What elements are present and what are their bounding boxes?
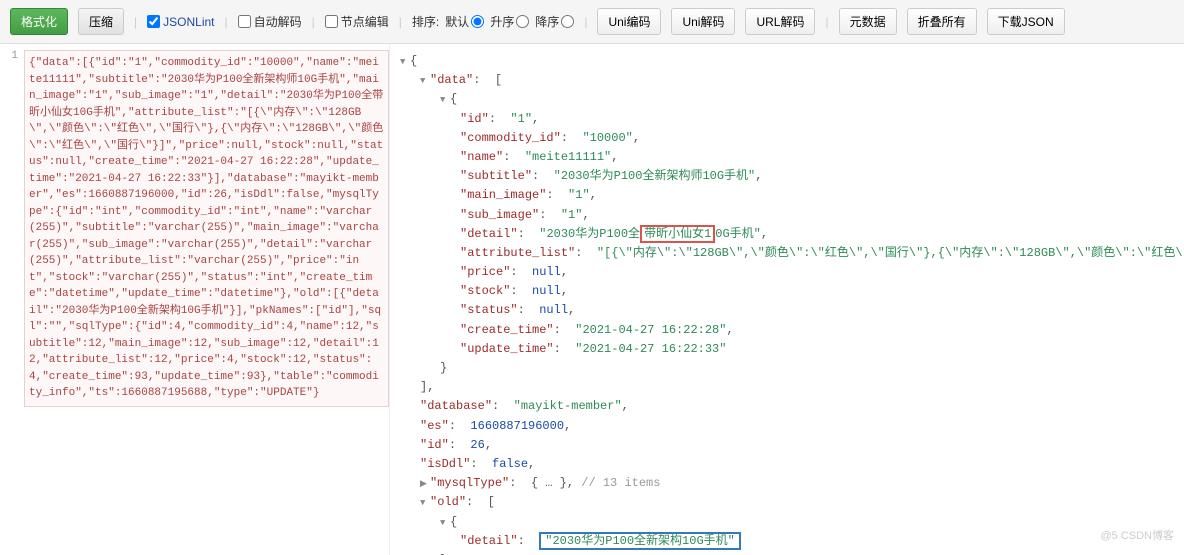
collapse-all-button[interactable]: 折叠所有 [907, 8, 977, 35]
json-value: null [532, 284, 561, 298]
json-key: main_image [460, 188, 546, 202]
json-key: data [430, 73, 473, 87]
json-value: 2030华为P100全新架构师10G手机 [554, 169, 756, 183]
separator: | [134, 15, 137, 29]
autodecode-label: 自动解码 [254, 13, 302, 30]
autodecode-checkbox[interactable] [238, 15, 251, 28]
json-value: 2021-04-27 16:22:33 [575, 342, 726, 356]
highlight-red: 带昕小仙女1 [640, 225, 715, 243]
json-key: status [460, 303, 518, 317]
json-key: price [460, 265, 510, 279]
separator: | [825, 15, 828, 29]
separator: | [399, 15, 402, 29]
json-value: null [532, 265, 561, 279]
json-key: id [460, 112, 489, 126]
json-key: commodity_id [460, 131, 561, 145]
json-value: meite11111 [525, 150, 611, 164]
json-key: subtitle [460, 169, 532, 183]
json-key: mysqlType [430, 476, 509, 490]
caret-icon[interactable] [400, 52, 410, 71]
json-value: [{\"内存\":\"128GB\",\"颜色\":\"红色\",\"国行\"}… [597, 246, 1184, 260]
json-value: 2030华为P100全新架构10G手机 [545, 534, 735, 548]
sort-desc-wrap[interactable]: 降序 [535, 13, 574, 30]
tree-panel: { data: [ { id: 1, commodity_id: 10000, … [390, 44, 1184, 555]
separator: | [225, 15, 228, 29]
caret-icon[interactable] [440, 90, 450, 109]
sort-desc-radio[interactable] [561, 15, 574, 28]
json-value: 26 [470, 438, 484, 452]
uni-decode-button[interactable]: Uni解码 [671, 8, 735, 35]
highlight-blue: 2030华为P100全新架构10G手机 [539, 532, 741, 550]
json-key: es [420, 419, 449, 433]
json-key: stock [460, 284, 510, 298]
json-value: false [492, 457, 528, 471]
json-value: 2030华为P100全带昕小仙女10G手机 [539, 225, 761, 243]
jsonlint-checkbox[interactable] [147, 15, 160, 28]
json-key: attribute_list [460, 246, 575, 260]
caret-icon[interactable] [440, 513, 450, 532]
sort-asc-wrap[interactable]: 升序 [490, 13, 529, 30]
sort-default-radio[interactable] [471, 15, 484, 28]
uni-encode-button[interactable]: Uni编码 [597, 8, 661, 35]
separator: | [584, 15, 587, 29]
sort-group: 排序: 默认 升序 降序 [412, 13, 574, 30]
compress-button[interactable]: 压缩 [78, 8, 124, 35]
json-key: update_time [460, 342, 554, 356]
json-key: isDdl [420, 457, 470, 471]
json-key: old [430, 495, 466, 509]
nodeedit-label: 节点编辑 [341, 13, 389, 30]
json-value: 10000 [582, 131, 632, 145]
json-key: detail [460, 534, 518, 548]
json-value: null [539, 303, 568, 317]
json-key: detail [460, 227, 518, 241]
caret-icon[interactable] [420, 71, 430, 90]
main-area: 1 {"data":[{"id":"1","commodity_id":"100… [0, 44, 1184, 555]
nodeedit-checkbox[interactable] [325, 15, 338, 28]
json-key: sub_image [460, 208, 539, 222]
jsonlint-checkbox-wrap[interactable]: JSONLint [147, 15, 214, 29]
metadata-button[interactable]: 元数据 [839, 8, 897, 35]
json-key: id [420, 438, 449, 452]
line-number: 1 [6, 50, 22, 62]
separator: | [312, 15, 315, 29]
json-key: create_time [460, 323, 554, 337]
caret-icon[interactable] [420, 493, 430, 512]
toolbar: 格式化 压缩 | JSONLint | 自动解码 | 节点编辑 | 排序: 默认… [0, 0, 1184, 44]
caret-icon[interactable] [420, 474, 430, 493]
json-value: 1 [568, 188, 590, 202]
raw-panel: 1 {"data":[{"id":"1","commodity_id":"100… [0, 44, 390, 555]
format-button[interactable]: 格式化 [10, 8, 68, 35]
watermark: @5 CSDN博客 [1100, 527, 1174, 543]
sort-label: 排序: [412, 13, 439, 30]
sort-default-wrap[interactable]: 默认 [445, 13, 484, 30]
json-value: 2021-04-27 16:22:28 [575, 323, 726, 337]
jsonlint-label: JSONLint [163, 15, 214, 29]
json-key: database [420, 399, 492, 413]
download-button[interactable]: 下载JSON [987, 8, 1065, 35]
url-decode-button[interactable]: URL解码 [745, 8, 815, 35]
json-value: 1660887196000 [470, 419, 564, 433]
sort-asc-radio[interactable] [516, 15, 529, 28]
item-count: // 13 items [581, 476, 660, 490]
nodeedit-checkbox-wrap[interactable]: 节点编辑 [325, 13, 389, 30]
autodecode-checkbox-wrap[interactable]: 自动解码 [238, 13, 302, 30]
json-value: mayikt-member [514, 399, 622, 413]
json-value: 1 [561, 208, 583, 222]
raw-json-text[interactable]: {"data":[{"id":"1","commodity_id":"10000… [24, 50, 389, 407]
json-key: name [460, 150, 503, 164]
json-value: 1 [510, 112, 532, 126]
